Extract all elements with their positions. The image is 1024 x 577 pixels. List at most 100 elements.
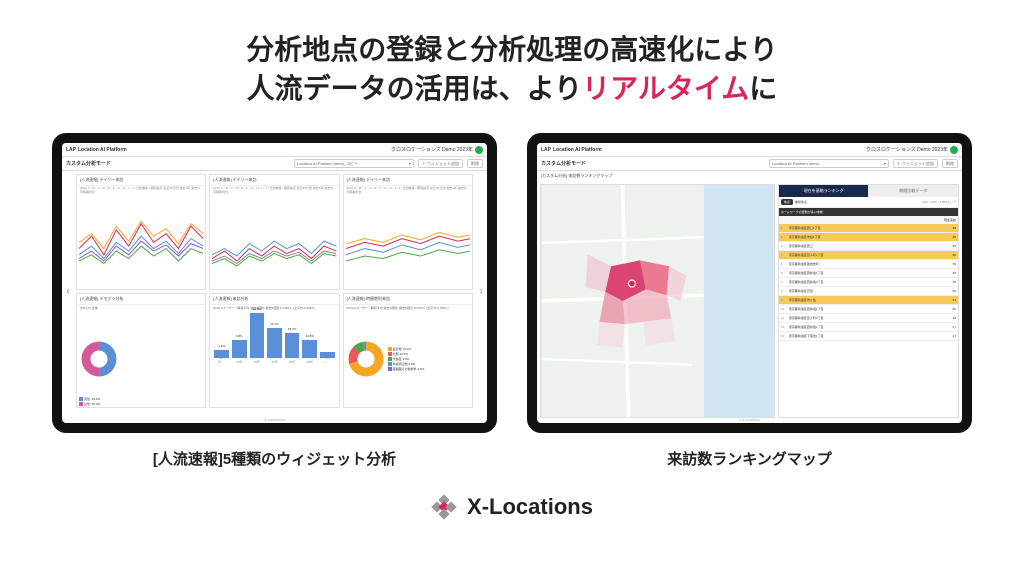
widget-title: [人流速報] 時間帯別来訪 bbox=[344, 294, 472, 305]
headline-accent: リアルタイム bbox=[582, 73, 749, 104]
legend-row: 渋谷区 9.9% bbox=[388, 357, 425, 361]
widget-title: [人流速報] デイリー来訪 bbox=[344, 175, 472, 186]
date-range: 4/21〜4/25 - 7,856エリア bbox=[809, 200, 956, 204]
ranking-panel: 現在を基軸ランキング 期間比較データ 地点 推奨地点 4/21〜4/25 - 7… bbox=[778, 184, 959, 418]
line-chart bbox=[212, 198, 336, 287]
legend-row: 首都圏その他郊外 3.0% bbox=[388, 367, 425, 371]
widget-daily-2[interactable]: [人流速報] デイリー来訪 [POI] A・B・C・D・E・F・G・H・I・J … bbox=[209, 174, 339, 290]
app-footer: X-Locations bbox=[62, 417, 487, 422]
user-label: クロスロケーションズ Demo 2023年 bbox=[866, 146, 948, 153]
bar: 9.8%20代 bbox=[232, 340, 247, 358]
user-label: クロスロケーションズ Demo 2023年 bbox=[391, 146, 473, 153]
widgets-grid: ‹ › [人流速報] デイリー来訪 [POI] A・B・C・D・E・F・G・H・… bbox=[62, 171, 487, 411]
widget-title: [人流速報] 来訪分析 bbox=[210, 294, 338, 305]
map-widget-title: [カスタム分析] 来訪数ランキングマップ bbox=[537, 171, 962, 181]
widget-hourly-donut[interactable]: [人流速報] 時間帯別来訪 [POI] Aユーザー / 期間平均 過去4週間>過… bbox=[343, 293, 473, 409]
ranking-map-screen: LAP Location AI Platform クロスロケーションズ Demo… bbox=[527, 133, 972, 433]
widget-daily-3[interactable]: [人流速報] デイリー来訪 [POI] A・B・C・D・E・F・G・H・I・J … bbox=[343, 174, 473, 290]
donut-chart bbox=[346, 339, 386, 379]
legend-row: 北部 16.5% bbox=[388, 352, 425, 356]
ranking-row[interactable]: 8東京都新宿区高田56 bbox=[779, 287, 958, 296]
map-svg bbox=[541, 185, 774, 417]
app-toolbar: カスタム分析モード Location AI Platform demo ▾ ＋ … bbox=[537, 157, 962, 171]
ranking-row[interactable]: 3東京都新宿区西口85 bbox=[779, 242, 958, 251]
ranking-row[interactable]: 12東京都新宿区西新宿1丁目47 bbox=[779, 323, 958, 332]
app-footer: X-Locations bbox=[537, 417, 962, 422]
ranking-row[interactable]: 9東京都新宿区市ヶ谷51 bbox=[779, 296, 958, 305]
ranking-row[interactable]: 11東京都新宿区百人町2丁目48 bbox=[779, 314, 958, 323]
widget-title: [人流速報] デイリー来訪 bbox=[210, 175, 338, 186]
caption-left: [人流速報]5種類のウィジェット分析 bbox=[153, 448, 396, 469]
bar: 70代> bbox=[320, 352, 335, 358]
legend-row: 新宿周辺他 0.5% bbox=[388, 362, 425, 366]
prev-page-button[interactable]: ‹ bbox=[63, 281, 73, 301]
line-chart bbox=[346, 198, 470, 287]
avatar[interactable] bbox=[475, 146, 483, 154]
widget-desc: [POI] A・B・C・D・E・F・G・H・I・J / 日別推移 / 期間指定 … bbox=[77, 186, 205, 196]
filter-label[interactable]: 地点 bbox=[781, 199, 793, 205]
chevron-down-icon: ▾ bbox=[884, 161, 886, 166]
user-info[interactable]: クロスロケーションズ Demo 2023年 bbox=[866, 146, 958, 154]
brand-name: X-Locations bbox=[467, 494, 593, 520]
widget-desc: [POI] A・B・C・D・E・F・G・H・I・J / 日別推移 / 期間指定 … bbox=[344, 186, 472, 196]
tab-compare[interactable]: 期間比較データ bbox=[868, 185, 958, 197]
reset-button[interactable]: 削除 bbox=[467, 159, 483, 168]
chevron-down-icon: ▾ bbox=[409, 161, 411, 166]
widget-title: [人流速報] デイリー来訪 bbox=[77, 175, 205, 186]
mode-label: カスタム分析モード bbox=[66, 160, 111, 167]
ranking-row[interactable]: 13東京都新宿区下落合1丁目47 bbox=[779, 332, 958, 341]
ranking-row[interactable]: 4東京都新宿区百人町1丁目80 bbox=[779, 251, 958, 260]
tab-ranking[interactable]: 現在を基軸ランキング bbox=[779, 185, 869, 197]
widget-desc: [POI] A・B・C・D・E・F・G・H・I・J / 日別推移 / 期間指定 … bbox=[210, 186, 338, 196]
product-name: Location AI Platform bbox=[553, 147, 602, 153]
widget-visits-bar[interactable]: [人流速報] 来訪分析 [POI] Aユーザー / 期間平均 過去4週間>過去8… bbox=[209, 293, 339, 409]
widget-demographics[interactable]: [人流速報] デモグラ分析 [POI] A / 全体 男性: 49.6% bbox=[76, 293, 206, 409]
donut-chart bbox=[79, 339, 119, 379]
ranking-list: 1東京都新宿区西口1丁目892東京都新宿区市谷1丁目883東京都新宿区西口854… bbox=[779, 224, 958, 417]
add-widget-button[interactable]: ＋ ウィジェット追加 bbox=[418, 159, 463, 168]
logo-short: LAP bbox=[66, 147, 76, 153]
ranking-row[interactable]: 7東京都新宿区西新宿2丁目56 bbox=[779, 278, 958, 287]
caption-right: 来訪数ランキングマップ bbox=[667, 448, 832, 469]
app-logo: LAP Location AI Platform bbox=[541, 147, 602, 153]
ranking-row[interactable]: 5東京都新宿区歌舞伎町59 bbox=[779, 260, 958, 269]
col-count: 現在来訪 bbox=[936, 218, 956, 222]
ranking-row[interactable]: 6東京都新宿区西新宿1丁目56 bbox=[779, 269, 958, 278]
reset-button[interactable]: 削除 bbox=[942, 159, 958, 168]
bar: 4.2%<20代 bbox=[214, 350, 229, 358]
add-widget-button[interactable]: ＋ ウィジェット追加 bbox=[893, 159, 938, 168]
headline-line2: 人流データの活用は、よりリアルタイムに bbox=[246, 69, 777, 108]
logo-short: LAP bbox=[541, 147, 551, 153]
bar: 19.1%40代 bbox=[267, 328, 282, 358]
legend: 設定地 70.0%北部 16.5%渋谷区 9.9%新宿周辺他 0.5%首都圏その… bbox=[388, 347, 425, 371]
app-toolbar: カスタム分析モード Location AI Platform demo_コピー … bbox=[62, 157, 487, 171]
next-page-button[interactable]: › bbox=[476, 281, 486, 301]
bar: 10.8%60代 bbox=[302, 340, 317, 358]
headline-line1: 分析地点の登録と分析処理の高速化により bbox=[246, 30, 777, 69]
line-chart bbox=[79, 198, 203, 287]
filter-value: 推奨地点 bbox=[795, 200, 807, 204]
widget-title: [人流速報] デモグラ分析 bbox=[77, 294, 205, 305]
col-area: ホームワークの更新が多い地域 bbox=[781, 210, 823, 214]
ranking-row[interactable]: 1東京都新宿区西口1丁目89 bbox=[779, 224, 958, 233]
map-canvas[interactable] bbox=[540, 184, 775, 418]
project-select[interactable]: Location AI Platform demo ▾ bbox=[769, 159, 889, 168]
widget-analysis-screen: LAP Location AI Platform クロスロケーションズ Demo… bbox=[52, 133, 497, 433]
brand-logo-icon bbox=[431, 494, 457, 520]
legend-row: 設定地 70.0% bbox=[388, 347, 425, 351]
avatar[interactable] bbox=[950, 146, 958, 154]
bar-chart: 4.2%<20代9.8%20代29.8%30代19.1%40代15.2%50代1… bbox=[212, 313, 336, 358]
app-header: LAP Location AI Platform クロスロケーションズ Demo… bbox=[537, 143, 962, 157]
headline: 分析地点の登録と分析処理の高速化により 人流データの活用は、よりリアルタイムに bbox=[246, 30, 777, 108]
mode-label: カスタム分析モード bbox=[541, 160, 586, 167]
product-name: Location AI Platform bbox=[78, 147, 127, 153]
project-select[interactable]: Location AI Platform demo_コピー ▾ bbox=[294, 159, 414, 168]
bar: 29.8%30代 bbox=[250, 313, 265, 358]
user-info[interactable]: クロスロケーションズ Demo 2023年 bbox=[391, 146, 483, 154]
brand-footer: X-Locations bbox=[431, 494, 593, 520]
ranking-row[interactable]: 10東京都新宿区西新宿1丁目50 bbox=[779, 305, 958, 314]
ranking-row[interactable]: 2東京都新宿区市谷1丁目88 bbox=[779, 233, 958, 242]
widget-daily-1[interactable]: [人流速報] デイリー来訪 [POI] A・B・C・D・E・F・G・H・I・J … bbox=[76, 174, 206, 290]
bar: 15.2%50代 bbox=[285, 333, 300, 358]
app-header: LAP Location AI Platform クロスロケーションズ Demo… bbox=[62, 143, 487, 157]
